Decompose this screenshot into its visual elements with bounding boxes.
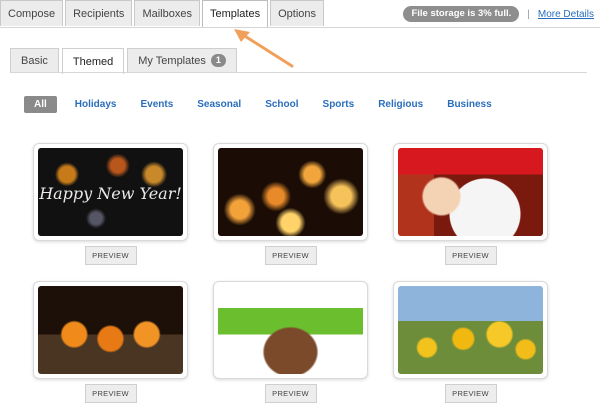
template-thumbnail[interactable] xyxy=(33,281,188,379)
template-thumbnail[interactable]: Happy New Year! xyxy=(33,143,188,241)
template-card: PREVIEW xyxy=(33,281,188,403)
tab-basic[interactable]: Basic xyxy=(10,48,59,72)
category-business[interactable]: Business xyxy=(447,99,491,110)
easter-basket-image xyxy=(218,286,363,374)
sunflowers-image xyxy=(398,286,543,374)
thumbnail-caption: Happy New Year! xyxy=(39,184,182,203)
tab-my-templates[interactable]: My Templates 1 xyxy=(127,48,237,72)
preview-button[interactable]: PREVIEW xyxy=(84,384,137,403)
tab-my-templates-label: My Templates xyxy=(138,54,206,67)
storage-badge: File storage is 3% full. xyxy=(403,6,520,22)
more-details-link[interactable]: More Details xyxy=(538,9,594,20)
preview-button[interactable]: PREVIEW xyxy=(264,384,317,403)
preview-button[interactable]: PREVIEW xyxy=(444,246,497,265)
template-type-tabs: Basic Themed My Templates 1 xyxy=(10,48,240,74)
category-holidays[interactable]: Holidays xyxy=(75,99,117,110)
template-thumbnail[interactable] xyxy=(393,281,548,379)
category-school[interactable]: School xyxy=(265,99,298,110)
preview-button[interactable]: PREVIEW xyxy=(264,246,317,265)
pumpkins-image xyxy=(38,286,183,374)
fireworks-image: Happy New Year! xyxy=(38,148,183,236)
template-thumbnail[interactable] xyxy=(213,281,368,379)
template-card: PREVIEW xyxy=(213,143,368,265)
tab-themed[interactable]: Themed xyxy=(61,48,125,74)
annotation-arrow-icon xyxy=(234,29,294,68)
preview-button[interactable]: PREVIEW xyxy=(84,246,137,265)
candles-image xyxy=(218,148,363,236)
my-templates-count-badge: 1 xyxy=(210,54,226,67)
template-thumbnail[interactable] xyxy=(393,143,548,241)
template-card: PREVIEW xyxy=(393,143,548,265)
category-sports[interactable]: Sports xyxy=(323,99,355,110)
tab-mailboxes[interactable]: Mailboxes xyxy=(134,0,200,26)
category-seasonal[interactable]: Seasonal xyxy=(197,99,241,110)
category-all[interactable]: All xyxy=(24,96,57,113)
template-card: PREVIEW xyxy=(393,281,548,403)
category-filter: All Holidays Events Seasonal School Spor… xyxy=(24,96,516,113)
tab-recipients[interactable]: Recipients xyxy=(65,0,133,26)
tab-options[interactable]: Options xyxy=(270,0,325,26)
template-card: PREVIEW xyxy=(213,281,368,403)
preview-button[interactable]: PREVIEW xyxy=(444,384,497,403)
template-thumbnail[interactable] xyxy=(213,143,368,241)
tab-compose[interactable]: Compose xyxy=(0,0,64,26)
category-events[interactable]: Events xyxy=(140,99,173,110)
separator: | xyxy=(527,8,530,20)
storage-status: File storage is 3% full. | More Details xyxy=(403,6,594,22)
santa-image xyxy=(398,148,543,236)
template-card: Happy New Year! PREVIEW xyxy=(33,143,188,265)
category-religious[interactable]: Religious xyxy=(378,99,423,110)
